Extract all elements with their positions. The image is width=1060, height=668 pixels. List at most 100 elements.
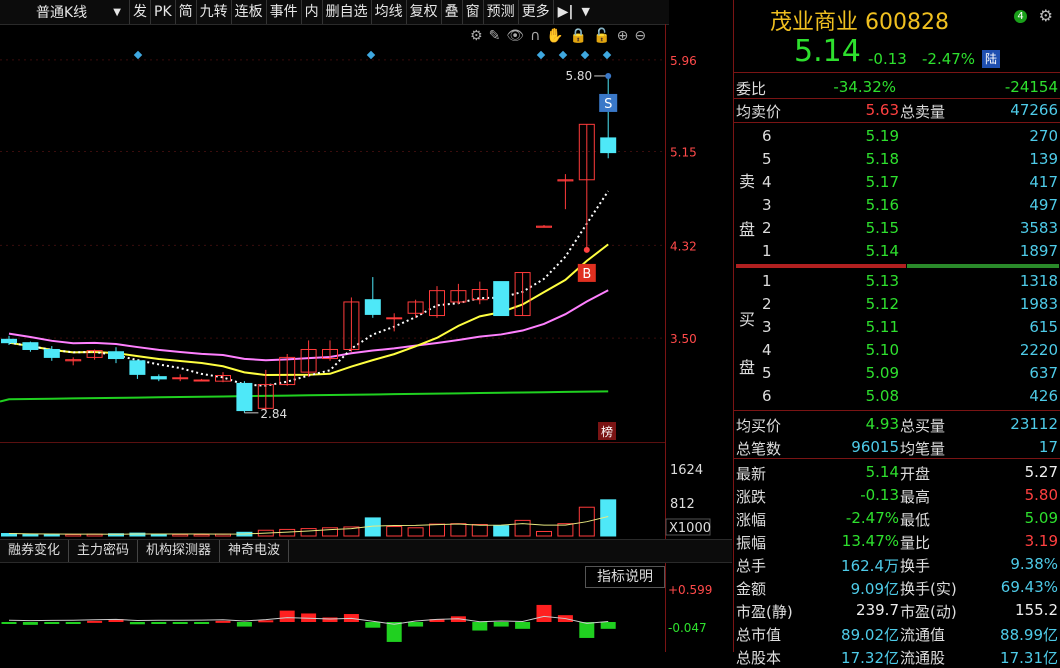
stat-value: 89.02亿 bbox=[841, 626, 899, 644]
ask-level: 6 bbox=[762, 127, 772, 145]
sell-signal-label: S bbox=[604, 97, 612, 112]
indicator-bar bbox=[44, 622, 60, 624]
stat-value: 5.14 bbox=[865, 463, 899, 481]
indicator-tab-2[interactable]: 机构探测器 bbox=[138, 540, 221, 562]
indicator-bar bbox=[194, 622, 210, 624]
toolbar-button-1[interactable]: PK bbox=[151, 0, 176, 24]
candle-body bbox=[65, 359, 82, 362]
period-selector[interactable]: 普通K线 ▼ bbox=[0, 0, 130, 24]
stat-row: 涨幅 -2.47% 最低 5.09 bbox=[734, 507, 1060, 529]
volume-axis-label: 1624 bbox=[670, 463, 703, 478]
stock-name[interactable]: 茂业商业 600828 bbox=[770, 4, 949, 36]
ma5-line bbox=[8, 190, 610, 387]
ask-volume: 417 bbox=[1029, 173, 1058, 191]
indicator-tab-0[interactable]: 融券变化 bbox=[0, 540, 70, 562]
stat-label: 市盈(动) bbox=[900, 603, 957, 621]
indicator-bar bbox=[22, 622, 38, 625]
stat-row: 总股本 17.32亿 流通股 17.31亿 bbox=[734, 645, 1060, 667]
indicator-bar bbox=[472, 622, 488, 631]
hand-icon[interactable]: ✋ bbox=[546, 28, 563, 44]
low-price-label: 2.84 bbox=[260, 407, 287, 421]
toolbar-button-12[interactable]: 预测 bbox=[484, 0, 519, 24]
candle-body bbox=[108, 351, 124, 360]
event-marker-icon bbox=[366, 50, 376, 60]
indicator-tab-1[interactable]: 主力密码 bbox=[69, 540, 139, 562]
toolbar-button-5[interactable]: 事件 bbox=[267, 0, 302, 24]
stat-value: 155.2 bbox=[1015, 601, 1058, 619]
indicator-bar bbox=[493, 622, 509, 627]
indicator-help-button[interactable]: 指标说明 bbox=[585, 566, 665, 588]
ask-price: 5.16 bbox=[865, 196, 899, 214]
connect-badge[interactable]: 陆 bbox=[982, 50, 1000, 68]
ask-price: 5.14 bbox=[865, 242, 899, 260]
volume-bar bbox=[364, 517, 381, 537]
toolbar-button-7[interactable]: 删自选 bbox=[323, 0, 372, 24]
candle-body bbox=[578, 123, 595, 181]
candle-body bbox=[493, 281, 510, 317]
stat-label: 金额 bbox=[736, 580, 767, 598]
ask-level: 1 bbox=[762, 242, 772, 260]
chevron-down-icon[interactable]: ▼ bbox=[578, 0, 594, 24]
volume-bar bbox=[386, 526, 403, 537]
unlock-icon[interactable]: 🔓 bbox=[593, 28, 610, 44]
toolbar-button-3[interactable]: 九转 bbox=[197, 0, 232, 24]
settings-icon[interactable]: ⚙ bbox=[470, 28, 483, 44]
toolbar-button-4[interactable]: 连板 bbox=[232, 0, 267, 24]
volume-bar bbox=[1, 533, 17, 537]
toolbar-button-2[interactable]: 简 bbox=[176, 0, 197, 24]
volume-bar bbox=[257, 529, 274, 537]
price-change-pct: -2.47% bbox=[922, 50, 976, 68]
quote-header: 茂业商业 600828 4 ⚙ 5.14 -0.13 -2.47% 陆 bbox=[734, 0, 1060, 73]
indicator-bar bbox=[429, 619, 445, 622]
volume-bar bbox=[279, 528, 296, 537]
toolbar-button-11[interactable]: 窗 bbox=[463, 0, 484, 24]
volume-bar bbox=[322, 527, 338, 537]
gear-icon[interactable]: ⚙ bbox=[1039, 6, 1053, 25]
stat-row: 振幅 13.47% 量比 3.19 bbox=[734, 530, 1060, 552]
stat-label: 最低 bbox=[900, 511, 931, 529]
toolbar-button-0[interactable]: 发 bbox=[130, 0, 151, 24]
candle-body bbox=[514, 272, 531, 317]
toolbar-button-10[interactable]: 叠 bbox=[442, 0, 463, 24]
bid-price: 5.10 bbox=[865, 341, 899, 359]
magnet-icon[interactable]: ∩ bbox=[530, 28, 540, 44]
expand-button[interactable]: ▶| bbox=[554, 0, 578, 24]
indicator-tab-3[interactable]: 神奇电波 bbox=[220, 540, 290, 562]
kline-chart-panel[interactable]: 普通K线 ▼ 发 PK 简九转 连板 事件内删自选 均线 复权叠窗预测 更多 ▶| ▼ ⚙ ✎… bbox=[0, 0, 732, 652]
eye-icon[interactable]: 👁 bbox=[506, 28, 524, 44]
toolbar-button-9[interactable]: 复权 bbox=[407, 0, 442, 24]
candle-body bbox=[450, 290, 467, 303]
event-marker-icon bbox=[558, 50, 568, 60]
toolbar-button-8[interactable]: 均线 bbox=[372, 0, 407, 24]
ask-level: 2 bbox=[762, 219, 772, 237]
zoom-in-icon[interactable]: ⊕ bbox=[617, 28, 629, 44]
quote-panel: 茂业商业 600828 4 ⚙ 5.14 -0.13 -2.47% 陆 委比 -3… bbox=[733, 0, 1060, 667]
total-buy-label: 总买量 bbox=[900, 417, 946, 435]
bid-level: 3 bbox=[762, 318, 772, 336]
volume-bar bbox=[343, 526, 360, 537]
ask-row: 5 5.18 139 bbox=[734, 148, 1060, 170]
indicator-bar bbox=[129, 622, 145, 625]
volume-unit-label: X1000 bbox=[669, 521, 711, 536]
stat-label: 流通值 bbox=[900, 626, 946, 644]
event-marker-icon bbox=[602, 50, 612, 60]
toolbar-button-6[interactable]: 内 bbox=[302, 0, 323, 24]
bid-level: 2 bbox=[762, 295, 772, 313]
pen-icon[interactable]: ✎ bbox=[489, 28, 501, 44]
avg-buy-price: 4.93 bbox=[865, 415, 899, 433]
volume-bar bbox=[236, 531, 253, 537]
bid-price: 5.13 bbox=[865, 272, 899, 290]
candle-body bbox=[172, 377, 189, 380]
trades-label: 总笔数 bbox=[736, 440, 782, 458]
price-axis-label: 3.50 bbox=[670, 332, 697, 346]
candle-body bbox=[322, 348, 338, 360]
candle-body bbox=[1, 338, 17, 344]
zoom-out-icon[interactable]: ⊖ bbox=[634, 28, 646, 44]
toolbar-button-13[interactable]: 更多 bbox=[519, 0, 554, 24]
stat-row: 总市值 89.02亿 流通值 88.99亿 bbox=[734, 622, 1060, 644]
stat-label: 总市值 bbox=[736, 626, 782, 644]
indicator-bar bbox=[172, 622, 188, 624]
avg-lot-value: 17 bbox=[1038, 438, 1058, 456]
lock-icon[interactable]: 🔒 bbox=[570, 28, 587, 44]
volume-bar bbox=[471, 523, 488, 537]
